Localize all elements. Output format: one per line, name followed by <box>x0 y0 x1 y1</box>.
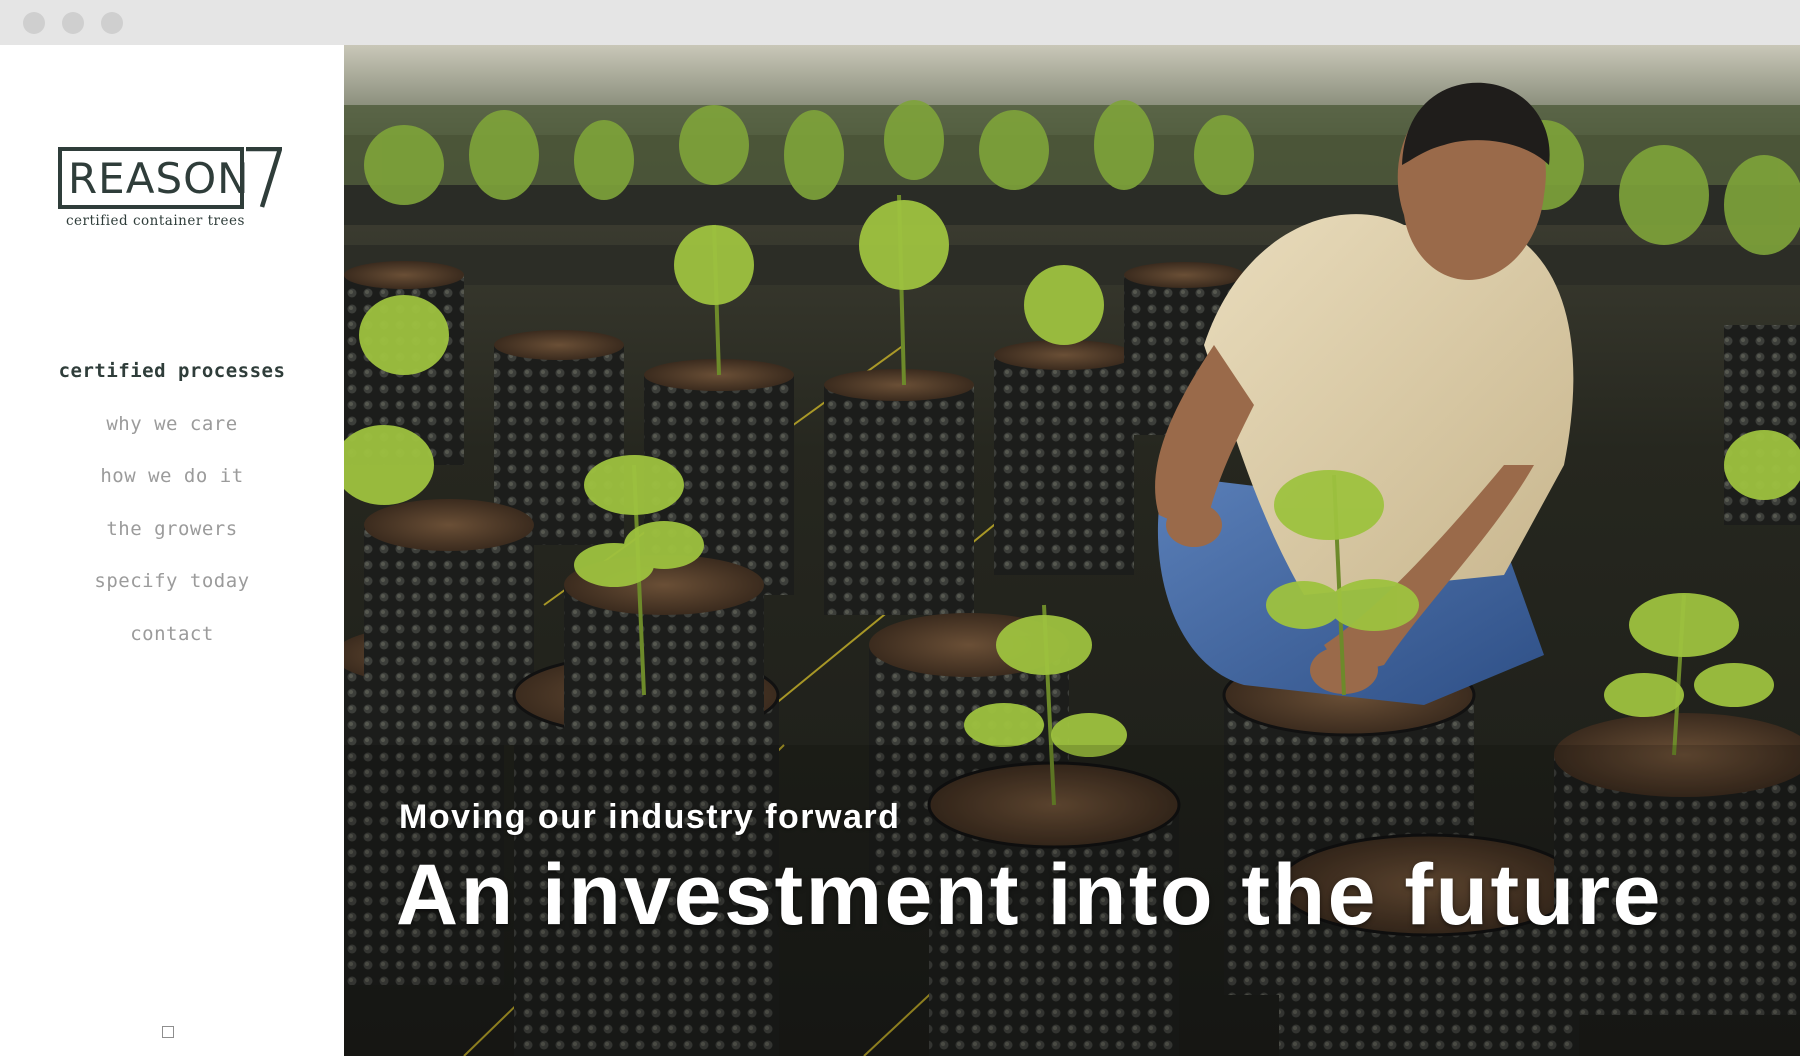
sidebar: REASON certified container trees certifi… <box>0 45 344 1056</box>
brand-logo[interactable]: REASON certified container trees <box>58 145 282 235</box>
logo-seven-mark <box>246 147 282 208</box>
nav-item-specify-today[interactable]: specify today <box>0 555 344 608</box>
nav-item-how-we-do-it[interactable]: how we do it <box>0 450 344 503</box>
nav-item-certified-processes[interactable]: certified processes <box>0 345 344 398</box>
hero-subheading: Moving our industry forward <box>399 798 901 836</box>
window-minimize-dot[interactable] <box>62 12 84 34</box>
nav-item-why-we-care[interactable]: why we care <box>0 398 344 451</box>
logo-wordmark: REASON <box>68 154 250 203</box>
nav-item-contact[interactable]: contact <box>0 608 344 661</box>
hero-heading: An investment into the future <box>396 847 1663 943</box>
nav-item-the-growers[interactable]: the growers <box>0 503 344 556</box>
window-maximize-dot[interactable] <box>101 12 123 34</box>
square-outline-icon[interactable] <box>162 1026 174 1038</box>
window-close-dot[interactable] <box>23 12 45 34</box>
logo-tagline: certified container trees <box>66 213 245 229</box>
hero-banner: Moving our industry forward An investmen… <box>344 45 1800 1056</box>
browser-chrome <box>0 0 1800 45</box>
main-nav: certified processes why we care how we d… <box>0 345 344 660</box>
